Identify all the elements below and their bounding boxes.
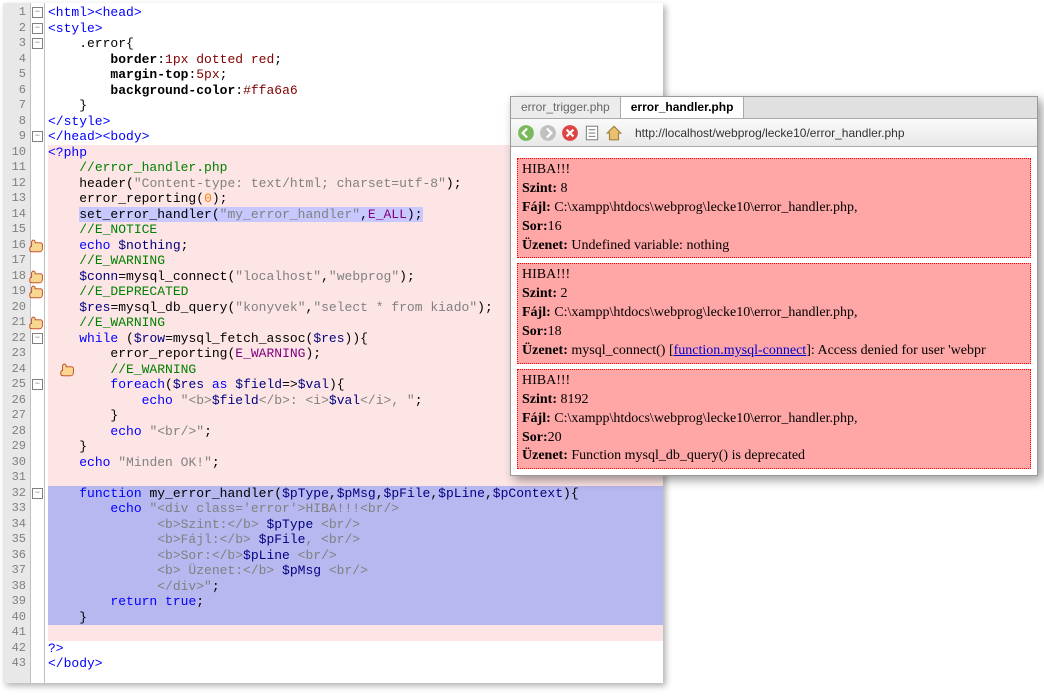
fold-toggle-icon[interactable]: − <box>32 131 43 142</box>
forward-icon[interactable] <box>539 124 557 142</box>
error-link[interactable]: function.mysql-connect <box>674 343 807 358</box>
code-line[interactable]: margin-top:5px; <box>48 67 663 83</box>
url-bar[interactable]: http://localhost/webprog/lecke10/error_h… <box>627 126 1031 140</box>
browser-toolbar: http://localhost/webprog/lecke10/error_h… <box>511 119 1037 147</box>
code-line[interactable]: <b>Szint:</b> $pType <br/> <box>48 517 663 533</box>
line-number: 25 <box>3 377 30 393</box>
fold-toggle-icon[interactable]: − <box>32 333 43 344</box>
browser-tab[interactable]: error_trigger.php <box>511 97 621 118</box>
line-number: 16 <box>3 238 30 254</box>
code-line[interactable]: <b> Üzenet:</b> $pMsg <br/> <box>48 563 663 579</box>
browser-window: error_trigger.phperror_handler.php http:… <box>510 96 1038 476</box>
line-number: 3 <box>3 36 30 52</box>
line-number: 26 <box>3 393 30 409</box>
line-number: 1 <box>3 5 30 21</box>
line-number: 13 <box>3 191 30 207</box>
code-line[interactable]: echo "<div class='error'>HIBA!!!<br/> <box>48 501 663 517</box>
fold-toggle-icon[interactable]: − <box>32 23 43 34</box>
line-number: 4 <box>3 52 30 68</box>
fold-toggle-icon[interactable]: − <box>32 488 43 499</box>
stop-icon[interactable] <box>561 124 579 142</box>
line-number: 30 <box>3 455 30 471</box>
line-number: 18 <box>3 269 30 285</box>
line-number-gutter: 1234567891011121314151617181920212223242… <box>3 3 31 683</box>
browser-tab[interactable]: error_handler.php <box>621 97 745 118</box>
code-line[interactable]: </body> <box>48 656 663 672</box>
page-content: HIBA!!!Szint: 8Fájl: C:\xampp\htdocs\web… <box>511 147 1037 475</box>
line-number: 40 <box>3 610 30 626</box>
code-line[interactable]: return true; <box>48 594 663 610</box>
back-icon[interactable] <box>517 124 535 142</box>
line-number: 39 <box>3 594 30 610</box>
line-number: 5 <box>3 67 30 83</box>
line-number: 42 <box>3 641 30 657</box>
error-box: HIBA!!!Szint: 8Fájl: C:\xampp\htdocs\web… <box>517 158 1031 258</box>
line-number: 38 <box>3 579 30 595</box>
code-line[interactable]: <style> <box>48 21 663 37</box>
code-line[interactable]: ?> <box>48 641 663 657</box>
code-line[interactable]: <html><head> <box>48 5 663 21</box>
code-line[interactable]: <b>Sor:</b>$pLine <br/> <box>48 548 663 564</box>
fold-toggle-icon[interactable]: − <box>32 38 43 49</box>
line-number: 23 <box>3 346 30 362</box>
line-number: 41 <box>3 625 30 641</box>
line-number: 43 <box>3 656 30 672</box>
line-number: 32 <box>3 486 30 502</box>
fold-toggle-icon[interactable]: − <box>32 379 43 390</box>
browser-tabs: error_trigger.phperror_handler.php <box>511 97 1037 119</box>
line-number: 28 <box>3 424 30 440</box>
line-number: 9 <box>3 129 30 145</box>
line-number: 8 <box>3 114 30 130</box>
code-line[interactable]: } <box>48 610 663 626</box>
pointer-hand-icon <box>28 284 48 299</box>
line-number: 36 <box>3 548 30 564</box>
line-number: 34 <box>3 517 30 533</box>
line-number: 27 <box>3 408 30 424</box>
line-number: 24 <box>3 362 30 378</box>
line-number: 31 <box>3 470 30 486</box>
code-line[interactable]: function my_error_handler($pType,$pMsg,$… <box>48 486 663 502</box>
pointer-hand-icon <box>59 362 79 377</box>
fold-toggle-icon[interactable]: − <box>32 7 43 18</box>
line-number: 12 <box>3 176 30 192</box>
line-number: 35 <box>3 532 30 548</box>
line-number: 33 <box>3 501 30 517</box>
line-number: 10 <box>3 145 30 161</box>
home-icon[interactable] <box>605 124 623 142</box>
line-number: 22 <box>3 331 30 347</box>
pointer-hand-icon <box>28 269 48 284</box>
line-number: 20 <box>3 300 30 316</box>
line-number: 29 <box>3 439 30 455</box>
error-box: HIBA!!!Szint: 8192Fájl: C:\xampp\htdocs\… <box>517 369 1031 469</box>
error-box: HIBA!!!Szint: 2Fájl: C:\xampp\htdocs\web… <box>517 263 1031 363</box>
line-number: 19 <box>3 284 30 300</box>
line-number: 6 <box>3 83 30 99</box>
fold-column: − − − − − − − <box>31 3 45 683</box>
line-number: 14 <box>3 207 30 223</box>
code-line[interactable]: border:1px dotted red; <box>48 52 663 68</box>
pointer-hand-icon <box>28 315 48 330</box>
line-number: 7 <box>3 98 30 114</box>
line-number: 17 <box>3 253 30 269</box>
line-number: 11 <box>3 160 30 176</box>
code-line[interactable]: <b>Fájl:</b> $pFile, <br/> <box>48 532 663 548</box>
code-line[interactable]: </div>"; <box>48 579 663 595</box>
code-line[interactable]: .error{ <box>48 36 663 52</box>
line-number: 37 <box>3 563 30 579</box>
line-number: 21 <box>3 315 30 331</box>
line-number: 15 <box>3 222 30 238</box>
refresh-icon[interactable] <box>583 124 601 142</box>
line-number: 2 <box>3 21 30 37</box>
code-line[interactable] <box>48 625 663 641</box>
pointer-hand-icon <box>28 238 48 253</box>
